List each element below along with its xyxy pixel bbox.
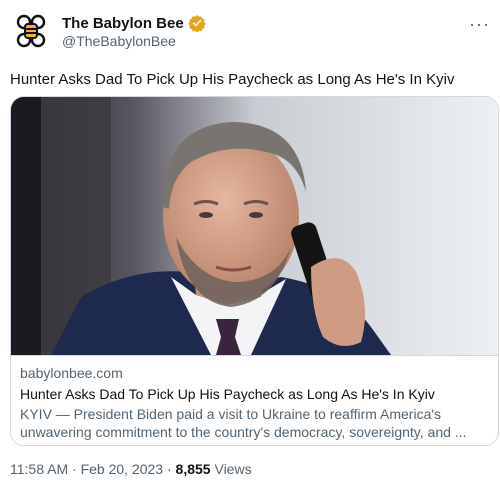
views-label: Views [210,461,252,477]
name-row: The Babylon Bee [62,14,206,33]
account-handle[interactable]: @TheBabylonBee [62,33,176,49]
display-name[interactable]: The Babylon Bee [62,15,184,32]
tweet-date[interactable]: Feb 20, 2023 [81,461,164,477]
tweet-header: The Babylon Bee @TheBabylonBee ··· [10,10,490,54]
views-count: 8,855 [175,461,211,477]
card-meta[interactable]: babylonbee.com Hunter Asks Dad To Pick U… [11,355,498,445]
tweet-time[interactable]: 11:58 AM [10,461,68,477]
bee-logo-icon[interactable] [10,10,52,52]
tweet-meta: 11:58 AM · Feb 20, 2023 · 8,855 Views [10,461,252,477]
verified-badge-icon[interactable] [188,14,206,33]
meta-separator: · [163,461,176,477]
card-domain: babylonbee.com [20,365,123,381]
card-photo[interactable] [11,97,498,355]
meta-separator: · [68,461,81,477]
more-options-icon[interactable]: ··· [469,14,490,35]
card-description: KYIV — President Biden paid a visit to U… [20,406,467,440]
link-card[interactable]: babylonbee.com Hunter Asks Dad To Pick U… [10,96,499,446]
card-title: Hunter Asks Dad To Pick Up His Paycheck … [20,386,435,402]
tweet-text: Hunter Asks Dad To Pick Up His Paycheck … [10,71,455,88]
